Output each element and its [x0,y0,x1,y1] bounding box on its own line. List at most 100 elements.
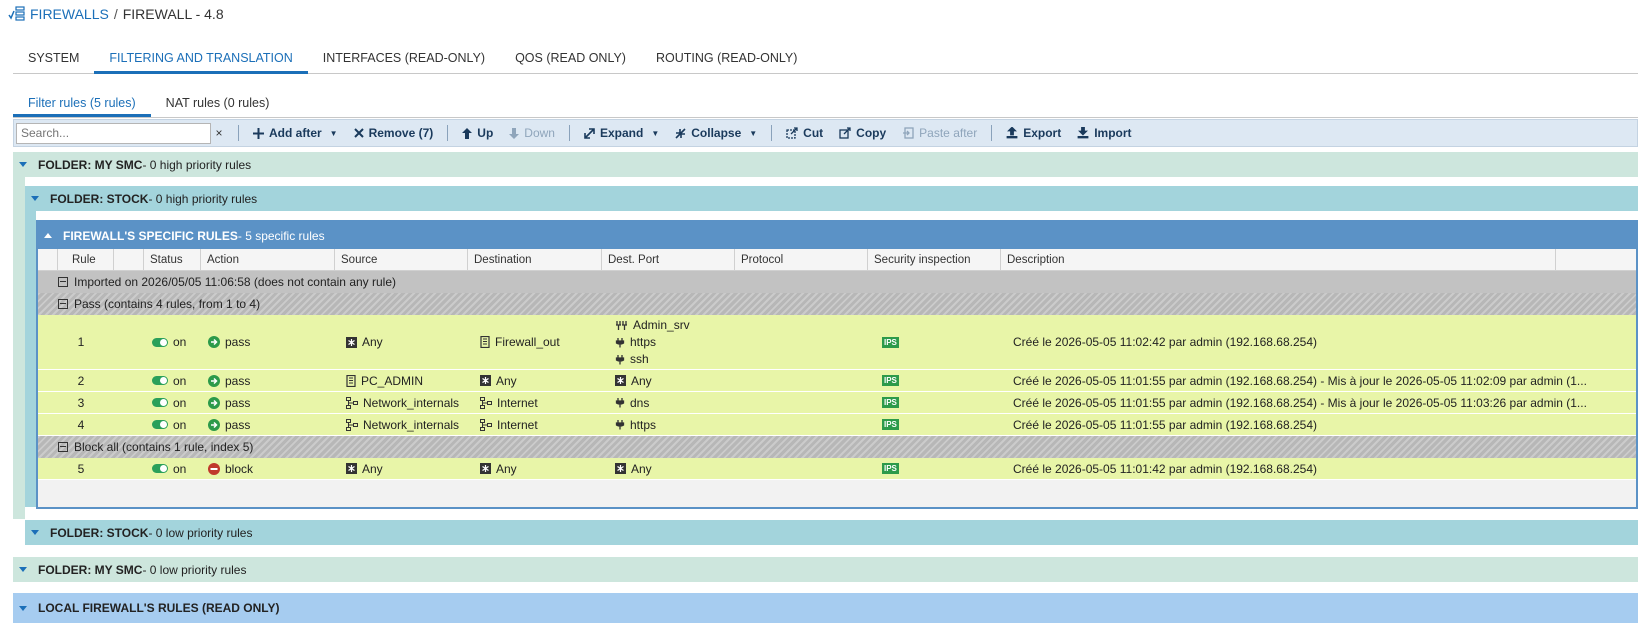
collapse-triangle-icon[interactable] [44,233,52,238]
column-status[interactable]: Status [144,249,201,270]
search-clear-button[interactable]: × [212,124,226,143]
column-protocol[interactable]: Protocol [735,249,868,270]
action-text: pass [225,395,251,410]
source-cell: PC_ADMIN [342,370,475,391]
folder-mysmc-low-priority[interactable]: FOLDER: MY SMC - 0 low priority rules [13,557,1638,582]
service-group-icon [616,320,627,330]
dest-port-cell: Admin_srv https ssh [609,315,742,369]
pass-arrow-icon [208,374,220,387]
tab-nat-rules[interactable]: NAT rules (0 rules) [151,92,285,117]
folder-detail: - 0 low priority rules [148,525,253,540]
paste-after-label: Paste after [919,126,978,140]
column-dest-port[interactable]: Dest. Port [602,249,735,270]
column-security-inspection[interactable]: Security inspection [868,249,1001,270]
import-button[interactable]: Import [1069,121,1139,145]
status-cell[interactable]: on [114,414,208,435]
chevron-down-icon[interactable]: ▼ [749,129,757,138]
toggle-on-icon[interactable] [152,420,168,429]
chevron-down-icon[interactable]: ▼ [651,129,659,138]
up-button[interactable]: Up [454,121,501,145]
toggle-on-icon[interactable] [152,464,168,473]
collapse-triangle-icon[interactable] [19,567,27,572]
cut-label: Cut [803,126,824,140]
cut-button[interactable]: Cut [778,121,831,145]
collapse-triangle-icon[interactable] [31,196,39,201]
down-button[interactable]: Down [501,121,563,145]
tab-filtering-and-translation[interactable]: FILTERING AND TRANSLATION [94,47,308,74]
dest-port-cell: dns [609,392,742,413]
status-cell[interactable]: on [114,370,208,391]
add-after-button[interactable]: Add after ▼ [245,121,346,145]
port-entry: ssh [615,351,649,368]
protocol-cell [742,392,875,413]
expand-button[interactable]: Expand ▼ [576,121,667,145]
import-icon [1077,127,1089,139]
action-text: pass [225,417,251,432]
description-cell: Créé le 2026-05-05 11:01:55 par admin (1… [1013,373,1587,388]
page-title: FIREWALL - 4.8 [122,6,224,22]
toggle-on-icon[interactable] [152,376,168,385]
tab-qos[interactable]: QOS (READ ONLY) [500,47,641,74]
breadcrumb-separator: / [113,6,118,22]
any-object-icon [346,463,357,474]
breadcrumb-firewalls-link[interactable]: FIREWALLS [30,6,109,22]
host-icon [346,374,356,387]
collapse-box-icon[interactable] [58,299,68,309]
source-cell: Any [342,315,475,369]
copy-button[interactable]: Copy [831,121,894,145]
export-button[interactable]: Export [998,121,1069,145]
separator-imported[interactable]: Imported on 2026/05/05 11:06:58 (does no… [38,271,1636,293]
table-row[interactable]: 5 on block Any Any Any IPS Créé le 2026-… [38,458,1636,480]
status-cell[interactable]: on [114,392,208,413]
table-row[interactable]: 1 on pass Any Firewall_out Admin_srv htt… [38,315,1636,370]
folder-mysmc-high-priority[interactable]: FOLDER: MY SMC - 0 high priority rules [13,152,1638,177]
separator-block-all[interactable]: Block all (contains 1 rule, index 5) [38,436,1636,458]
tab-routing[interactable]: ROUTING (READ-ONLY) [641,47,812,74]
chevron-down-icon[interactable]: ▼ [330,129,338,138]
collapse-box-icon[interactable] [58,442,68,452]
column-action[interactable]: Action [201,249,335,270]
arrow-down-icon [509,127,520,139]
toggle-on-icon[interactable] [152,337,168,347]
paste-after-button[interactable]: Paste after [894,121,985,145]
specific-rules-header[interactable]: FIREWALL'S SPECIFIC RULES - 5 specific r… [38,222,1636,249]
folder-stock-low-priority[interactable]: FOLDER: STOCK - 0 low priority rules [25,520,1638,545]
tab-system[interactable]: SYSTEM [13,47,94,74]
collapse-button[interactable]: Collapse ▼ [667,121,765,145]
action-text: pass [225,373,251,388]
table-row[interactable]: 2 on pass PC_ADMIN Any Any IPS Créé le 2… [38,370,1636,392]
table-row[interactable]: 4 on pass Network_internals Internet htt… [38,414,1636,436]
port-text: https [630,417,657,432]
collapse-triangle-icon[interactable] [19,605,27,611]
destination-text: Internet [497,395,538,410]
collapse-triangle-icon[interactable] [19,162,27,167]
tab-filter-rules[interactable]: Filter rules (5 rules) [13,92,151,117]
folder-local-firewall-rules[interactable]: LOCAL FIREWALL'S RULES (READ ONLY) [13,593,1638,623]
any-object-icon [480,463,491,474]
table-row[interactable]: 3 on pass Network_internals Internet dns… [38,392,1636,414]
network-icon [480,396,492,409]
column-destination[interactable]: Destination [468,249,602,270]
firewall-host-icon [480,336,490,348]
description-cell: Créé le 2026-05-05 11:02:42 par admin (1… [1013,335,1317,349]
status-text: on [173,395,187,410]
folder-stock-high-priority[interactable]: FOLDER: STOCK - 0 high priority rules [25,186,1638,211]
tab-interfaces[interactable]: INTERFACES (READ-ONLY) [308,47,500,74]
status-cell[interactable]: on [114,458,208,479]
folder-name: LOCAL FIREWALL'S RULES (READ ONLY) [38,601,280,615]
toggle-on-icon[interactable] [152,398,168,407]
collapse-triangle-icon[interactable] [31,530,39,535]
column-source[interactable]: Source [335,249,468,270]
column-rule[interactable]: Rule [58,249,114,270]
column-description[interactable]: Description [1001,249,1556,270]
collapse-box-icon[interactable] [58,277,68,287]
remove-button[interactable]: Remove (7) [346,121,442,145]
collapse-label: Collapse [691,126,742,140]
separator-label: Pass (contains 4 rules, from 1 to 4) [74,297,261,311]
separator-pass[interactable]: Pass (contains 4 rules, from 1 to 4) [38,293,1636,315]
search-input[interactable] [16,122,211,144]
source-text: Network_internals [363,395,460,410]
status-cell[interactable]: on [114,315,208,369]
protocol-cell [742,414,875,435]
expand-label: Expand [599,126,644,140]
